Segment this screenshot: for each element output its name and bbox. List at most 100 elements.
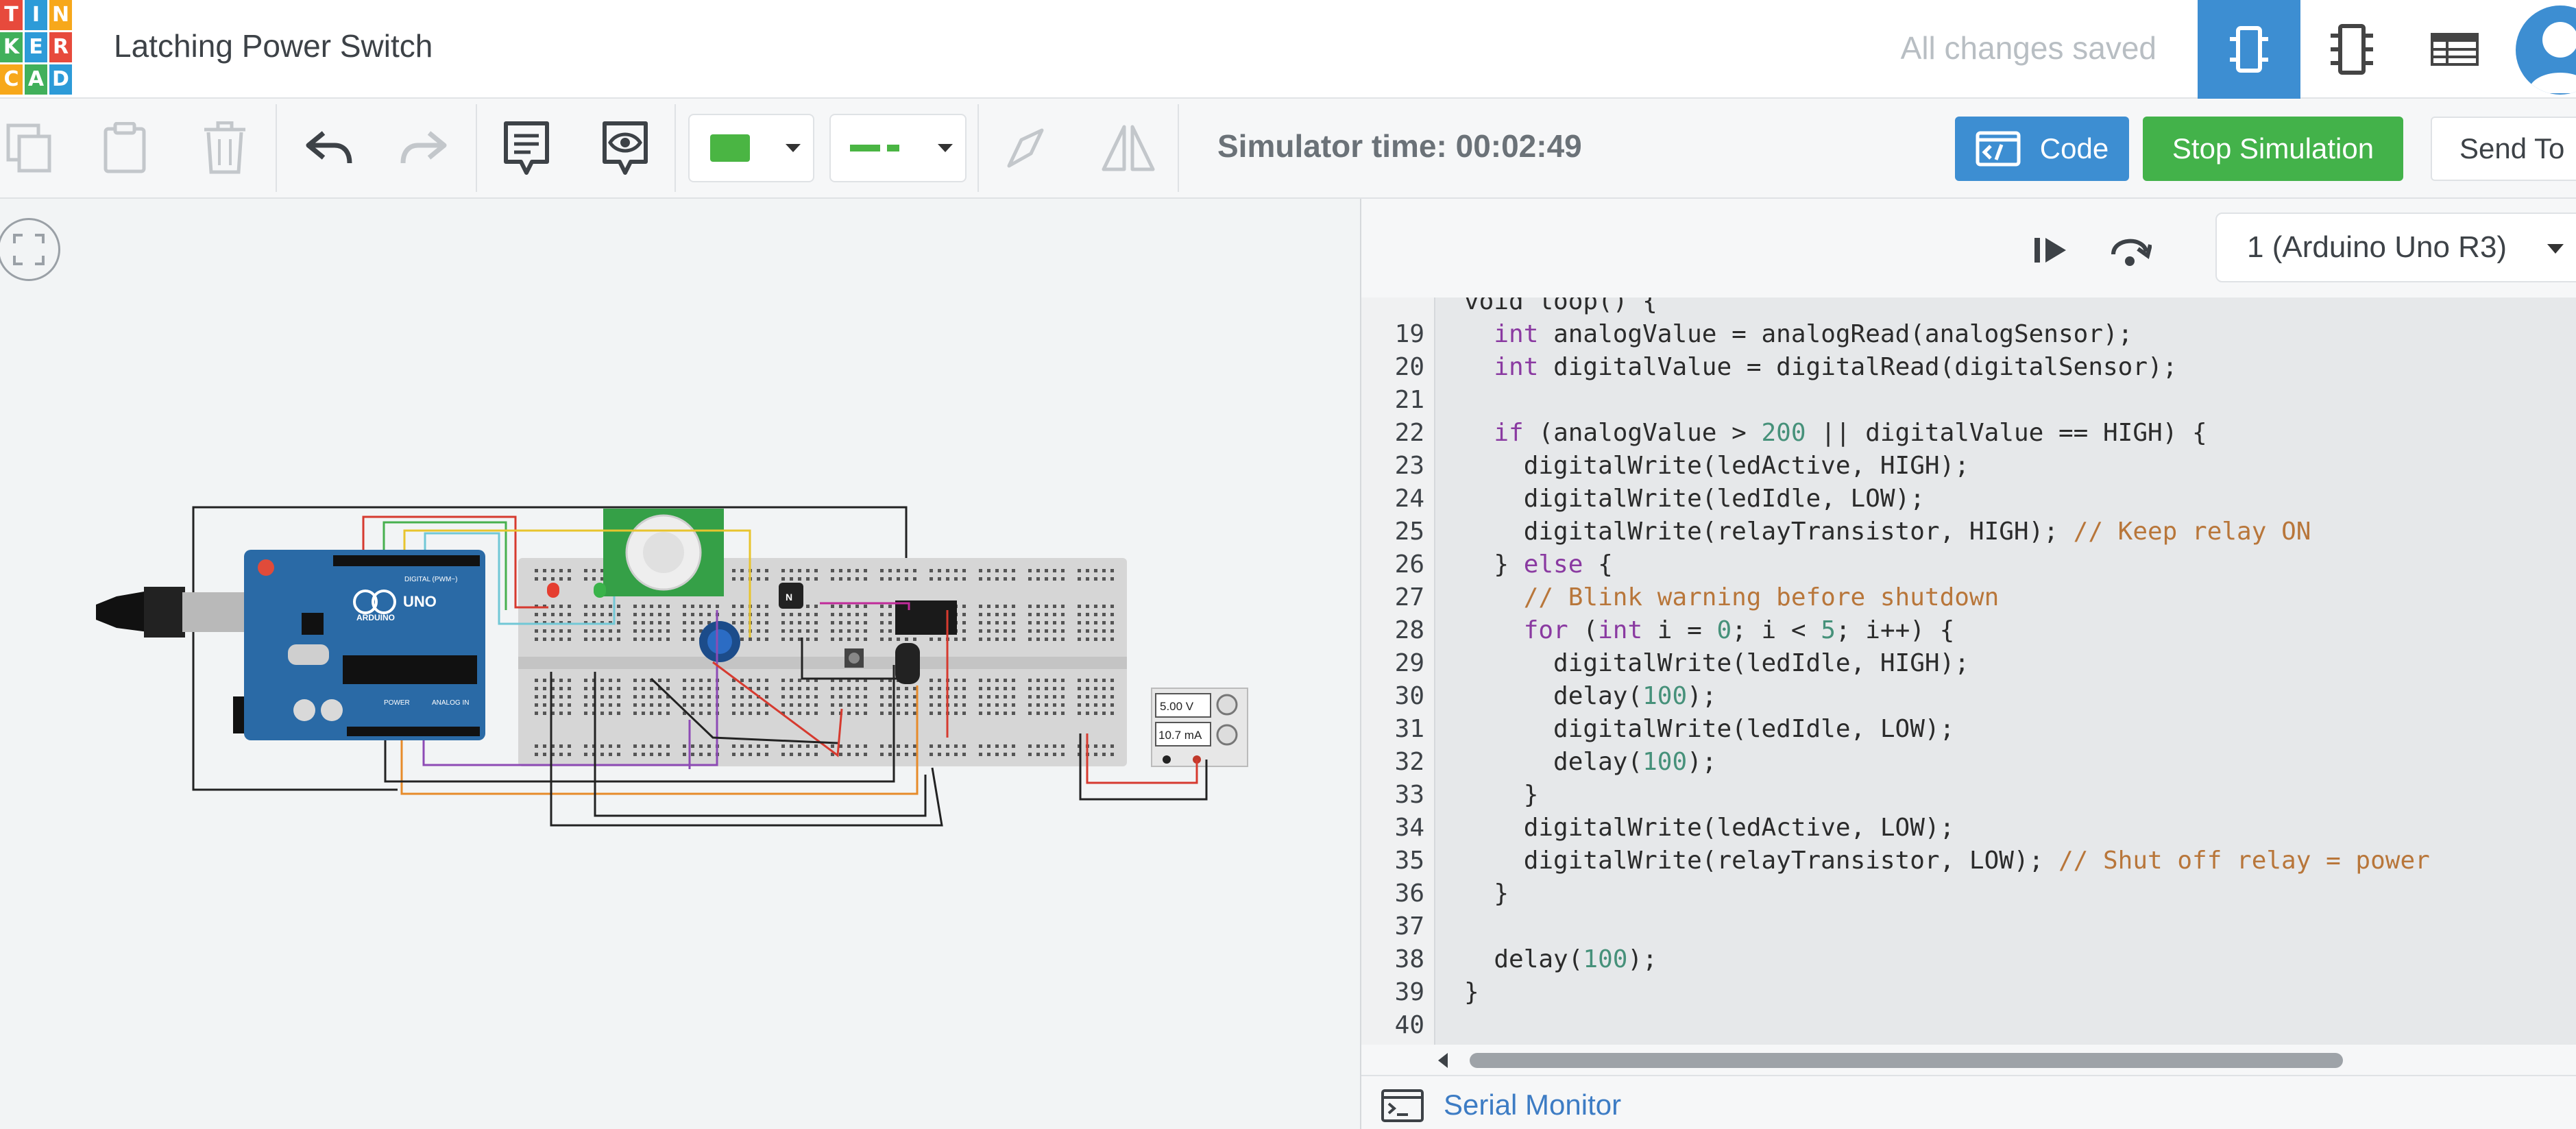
code-line: for (int i = 0; i < 5; i++) { <box>1523 616 1955 644</box>
notes-visibility-button[interactable] <box>596 99 654 197</box>
code-line: digitalWrite(ledIdle, HIGH); <box>1464 649 1969 677</box>
fill-color-dropdown[interactable] <box>688 114 814 182</box>
copy-icon <box>6 123 51 173</box>
line-number: 39 <box>1394 978 1424 1006</box>
code-line: digitalWrite(ledIdle, LOW); <box>1464 715 1955 743</box>
arduino-uno-label: UNO <box>403 593 437 610</box>
undo-button[interactable] <box>299 99 358 197</box>
line-number: 35 <box>1394 847 1424 875</box>
serial-monitor-bar[interactable]: Serial Monitor <box>1361 1075 2576 1129</box>
code-line: int digitalValue = digitalRead(digitalSe… <box>1494 353 2178 381</box>
wire-style-dropdown[interactable] <box>829 114 967 182</box>
logo-letter: T <box>0 0 23 30</box>
code-line: digitalWrite(relayTransistor, LOW); // S… <box>1464 847 2430 875</box>
line-number: 37 <box>1394 912 1424 940</box>
led-green[interactable] <box>594 583 606 598</box>
horizontal-scrollbar[interactable] <box>1435 1045 2576 1075</box>
rotate-icon <box>1007 128 1044 168</box>
logo-letter: R <box>49 32 72 62</box>
project-title[interactable]: Latching Power Switch <box>114 27 433 64</box>
component-list-button[interactable] <box>2403 0 2506 99</box>
copy-button[interactable] <box>0 99 59 197</box>
wire-style-icon <box>850 145 899 151</box>
circuit-canvas[interactable]: UNO ARDUINO DIGITAL (PWM~) POWER ANALOG … <box>0 199 1360 1129</box>
line-number: 21 <box>1394 386 1424 414</box>
note-icon <box>504 121 549 175</box>
code-line: digitalWrite(ledActive, HIGH); <box>1464 452 1969 480</box>
paste-button[interactable] <box>97 99 152 197</box>
electrolytic-capacitor[interactable] <box>895 643 920 684</box>
stop-simulation-button[interactable]: Stop Simulation <box>2143 117 2403 181</box>
logo-letter: A <box>25 64 47 95</box>
toolbar: Simulator time: 00:02:49 Code Stop Simul… <box>0 99 2576 199</box>
toolbar-divider <box>276 104 277 192</box>
led-red[interactable] <box>547 583 559 598</box>
color-swatch <box>710 134 750 162</box>
code-line: int analogValue = analogRead(analogSenso… <box>1494 320 2133 348</box>
line-number: 32 <box>1394 748 1424 776</box>
code-editor[interactable]: 19 20 21 22 23 24 25 26 27 28 29 30 31 32 33 34 35 36 37 38… <box>1361 298 2576 1045</box>
line-number: 23 <box>1394 452 1424 480</box>
flip-button[interactable] <box>1099 99 1157 197</box>
table-icon <box>2431 33 2479 66</box>
debugger-bar: 1 (Arduino Uno R3) <box>1361 199 2576 298</box>
power-supply[interactable]: 5.00 V 10.7 mA <box>1151 688 1248 767</box>
undo-icon <box>306 131 352 164</box>
rotate-button[interactable] <box>997 99 1054 197</box>
code-line: delay(100); <box>1464 945 1657 973</box>
code-line: } else { <box>1464 550 1613 579</box>
code-panel: 1 (Arduino Uno R3) 19 20 21 22 23 24 25 26 27 28 2… <box>1360 199 2576 1129</box>
pir-motion-sensor[interactable] <box>603 509 724 596</box>
scroll-left-arrow-icon[interactable] <box>1438 1053 1448 1068</box>
toolbar-divider <box>1178 104 1179 192</box>
potentiometer[interactable] <box>699 621 740 662</box>
logo-letter: D <box>49 64 72 95</box>
user-icon <box>2528 22 2576 93</box>
send-to-button[interactable]: Send To <box>2431 117 2576 181</box>
transistor[interactable]: N <box>779 583 803 609</box>
logo-letter: K <box>0 32 23 62</box>
schematic-view-button[interactable] <box>2300 0 2403 99</box>
line-number-gutter: 19 20 21 22 23 24 25 26 27 28 29 30 31 32 33 34 35 36 37 38… <box>1361 298 1435 1045</box>
arduino-brand-label: ARDUINO <box>356 613 395 622</box>
chevron-down-icon <box>2547 244 2564 254</box>
line-number: 33 <box>1394 781 1424 809</box>
transistor-label: N <box>786 592 792 603</box>
code-line: digitalWrite(ledActive, LOW); <box>1464 814 1955 842</box>
top-header: TINKERCAD Latching Power Switch All chan… <box>0 0 2576 99</box>
code-line: void loop() { <box>1464 298 1657 315</box>
arduino-digital-label: DIGITAL (PWM~) <box>404 576 458 583</box>
arduino-uno-board[interactable]: UNO ARDUINO DIGITAL (PWM~) POWER ANALOG … <box>244 550 485 740</box>
line-number: 34 <box>1394 814 1424 842</box>
board-select-value: 1 (Arduino Uno R3) <box>2247 230 2507 264</box>
redo-button[interactable] <box>395 99 454 197</box>
flip-icon <box>1102 125 1155 171</box>
paste-icon <box>104 122 146 173</box>
scrollbar-thumb[interactable] <box>1470 1053 2343 1068</box>
toolbar-divider <box>977 104 979 192</box>
step-button[interactable] <box>2026 226 2074 274</box>
board-select[interactable]: 1 (Arduino Uno R3) <box>2215 213 2576 282</box>
notes-button[interactable] <box>498 99 555 197</box>
supply-voltage-readout: 5.00 V <box>1160 700 1194 713</box>
step-over-icon <box>2111 239 2152 266</box>
line-number: 40 <box>1394 1011 1424 1039</box>
delete-button[interactable] <box>199 99 251 197</box>
step-over-button[interactable] <box>2106 226 2154 274</box>
code-button[interactable]: Code <box>1955 117 2129 181</box>
line-number: 28 <box>1394 616 1424 644</box>
simulator-time-label: Simulator time: <box>1217 128 1447 164</box>
line-number: 36 <box>1394 879 1424 908</box>
tinkercad-logo[interactable]: TINKERCAD <box>0 0 73 96</box>
line-number: 19 <box>1394 320 1424 348</box>
line-number: 26 <box>1394 550 1424 579</box>
user-avatar[interactable] <box>2516 5 2576 95</box>
arduino-power-label: POWER <box>384 699 410 707</box>
line-number: 25 <box>1394 518 1424 546</box>
push-button[interactable] <box>845 648 864 668</box>
circuit-diagram: UNO ARDUINO DIGITAL (PWM~) POWER ANALOG … <box>96 506 1248 827</box>
circuit-view-button[interactable] <box>2198 0 2300 99</box>
line-number: 29 <box>1394 649 1424 677</box>
code-line: digitalWrite(ledIdle, LOW); <box>1464 485 1925 513</box>
code-editor-icon <box>1976 131 2021 167</box>
